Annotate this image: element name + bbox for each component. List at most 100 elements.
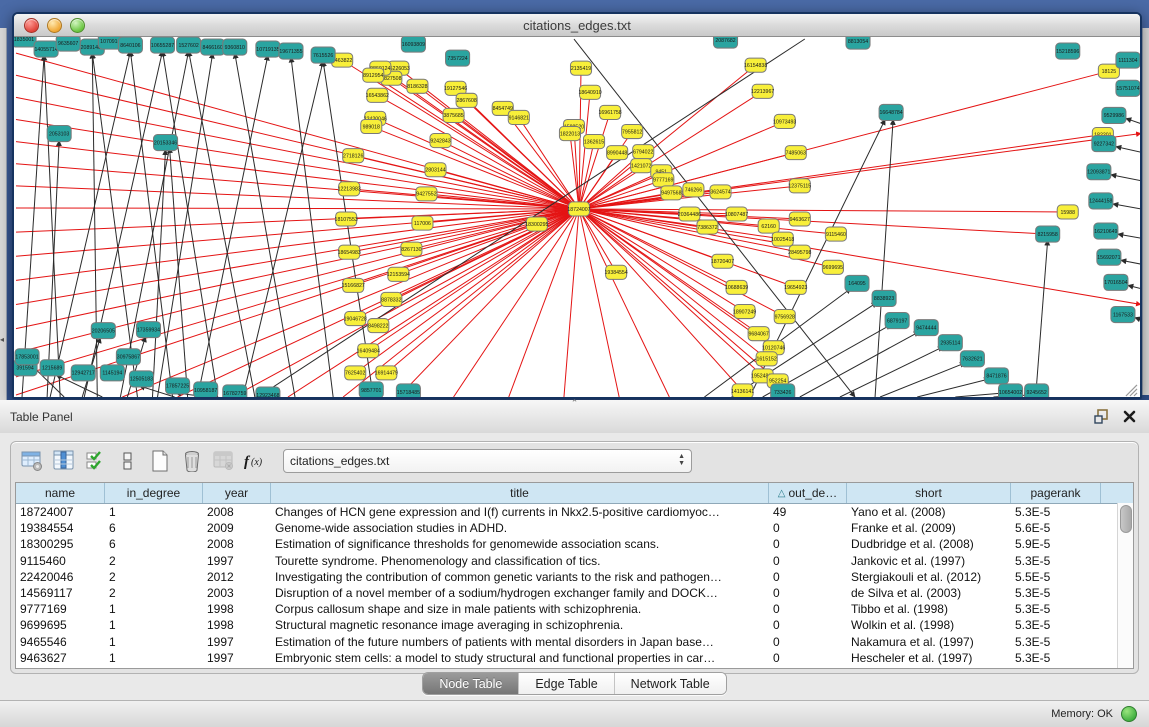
- float-panel-icon[interactable]: [1093, 409, 1109, 425]
- graph-node[interactable]: 9463627: [789, 212, 810, 226]
- graph-node[interactable]: 8267130: [401, 242, 422, 256]
- graph-node[interactable]: 746266: [683, 183, 704, 197]
- graph-node[interactable]: 6794022: [633, 145, 654, 159]
- resize-grip-icon[interactable]: [1126, 385, 1137, 396]
- table-scrollbar[interactable]: [1117, 503, 1133, 668]
- graph-node[interactable]: 18654983: [338, 245, 361, 259]
- graph-node[interactable]: 9497568: [661, 186, 682, 200]
- graph-node[interactable]: 12375115: [788, 179, 811, 193]
- graph-node[interactable]: 9427552: [416, 187, 437, 201]
- graph-node[interactable]: 16409484: [357, 344, 380, 358]
- graph-node[interactable]: 2087682: [713, 37, 737, 48]
- graph-node[interactable]: 17359934: [136, 322, 160, 338]
- tab-network-table[interactable]: Network Table: [615, 673, 726, 694]
- graph-node[interactable]: 8466160: [201, 39, 225, 55]
- graph-node[interactable]: 9146821: [508, 110, 529, 124]
- scrollbar-thumb[interactable]: [1120, 505, 1132, 533]
- tab-edge-table[interactable]: Edge Table: [519, 673, 614, 694]
- graph-node[interactable]: 12505183: [129, 371, 153, 387]
- graph-node[interactable]: 6879197: [885, 313, 909, 329]
- graph-node[interactable]: 10655287: [150, 37, 174, 53]
- graph-node[interactable]: 7955812: [622, 124, 643, 138]
- graph-node[interactable]: 8990448: [607, 146, 628, 160]
- graph-node[interactable]: 117006: [412, 216, 433, 230]
- graph-node[interactable]: 18720407: [711, 254, 734, 268]
- graph-node[interactable]: 17853001: [15, 349, 39, 365]
- close-panel-icon[interactable]: [1121, 409, 1137, 425]
- graph-node[interactable]: 733426: [771, 384, 795, 397]
- graph-node[interactable]: 7615526: [311, 47, 335, 63]
- graph-node[interactable]: 20364486: [678, 207, 701, 221]
- graph-node[interactable]: 19671355: [279, 43, 303, 59]
- graph-node[interactable]: 1167533: [1111, 306, 1135, 322]
- graph-node[interactable]: 16543862: [366, 88, 389, 102]
- graph-node[interactable]: 14055714: [34, 41, 58, 57]
- graph-node[interactable]: 9242843: [430, 134, 451, 148]
- graph-node[interactable]: 9474444: [914, 320, 938, 336]
- graph-node[interactable]: 10025418: [771, 232, 794, 246]
- minimize-button[interactable]: [47, 18, 62, 33]
- graph-node[interactable]: 8471876: [984, 368, 1008, 384]
- graph-node[interactable]: 16154838: [744, 58, 767, 72]
- graph-node[interactable]: 1215689: [40, 360, 64, 376]
- graph-node[interactable]: 12942717: [71, 365, 95, 381]
- table-row[interactable]: 1872400712008Changes of HCN gene express…: [16, 504, 1133, 520]
- table-row[interactable]: 1938455462009Genome-wide association stu…: [16, 520, 1133, 536]
- column-header-outde[interactable]: △out_de…: [769, 483, 847, 503]
- column-header-indegree[interactable]: in_degree: [105, 483, 203, 503]
- graph-node[interactable]: 19654923: [784, 280, 807, 294]
- graph-node[interactable]: 20153346: [153, 135, 177, 151]
- table-row[interactable]: 946362711997Embryonic stem cells: a mode…: [16, 650, 1133, 666]
- table-row[interactable]: 977716911998Corpus callosum shape and si…: [16, 601, 1133, 617]
- column-header-short[interactable]: short: [847, 483, 1011, 503]
- zoom-button[interactable]: [70, 18, 85, 33]
- table-settings-icon[interactable]: [19, 448, 45, 474]
- table-row[interactable]: 911546021997Tourette syndrome. Phenomeno…: [16, 553, 1133, 569]
- graph-node[interactable]: 16914479: [375, 366, 398, 380]
- graph-node[interactable]: 30975867: [116, 349, 140, 365]
- graph-node[interactable]: 8215958: [1036, 226, 1060, 242]
- graph-node[interactable]: 9529986: [1102, 107, 1126, 123]
- graph-node[interactable]: 15166827: [342, 278, 365, 292]
- graph-node[interactable]: 17857225: [166, 378, 190, 394]
- graph-node[interactable]: 18300295: [525, 217, 548, 231]
- graph-node[interactable]: 8813054: [846, 37, 870, 49]
- column-header-year[interactable]: year: [203, 483, 271, 503]
- graph-node[interactable]: 3624574: [710, 185, 731, 199]
- graph-node[interactable]: 7485063: [785, 146, 806, 160]
- graph-node[interactable]: 15692071: [1097, 249, 1121, 265]
- graph-node[interactable]: 1615152: [756, 352, 777, 366]
- graph-node[interactable]: 18907249: [733, 304, 756, 318]
- graph-node[interactable]: 10688639: [725, 280, 748, 294]
- graph-node[interactable]: 1835001: [14, 37, 36, 47]
- column-header-name[interactable]: name: [16, 483, 105, 503]
- graph-node[interactable]: 12213983: [338, 182, 361, 196]
- graph-node[interactable]: 8186328: [407, 79, 428, 93]
- graph-node[interactable]: 7357224: [446, 50, 470, 66]
- graph-node[interactable]: 2935114: [938, 335, 962, 351]
- table-source-dropdown[interactable]: citations_edges.txt ▲▼: [283, 449, 692, 473]
- graph-node[interactable]: 28495798: [788, 245, 811, 259]
- graph-node[interactable]: 9756928: [774, 310, 795, 324]
- graph-node[interactable]: 9684067: [748, 327, 769, 341]
- graph-node[interactable]: 12213967: [751, 84, 774, 98]
- graph-node[interactable]: 16782759: [223, 385, 247, 397]
- graph-node[interactable]: 19384554: [605, 265, 628, 279]
- graph-node[interactable]: 15751074: [1116, 80, 1140, 96]
- table-row[interactable]: 2242004622012Investigating the contribut…: [16, 569, 1133, 585]
- graph-node[interactable]: 1822013: [559, 126, 580, 140]
- graph-node[interactable]: 18640910: [578, 85, 601, 99]
- graph-node[interactable]: 989018: [361, 119, 382, 133]
- graph-node[interactable]: 15718485: [396, 384, 420, 397]
- graph-node[interactable]: 12093871: [1087, 164, 1111, 180]
- graph-node[interactable]: 2718126: [343, 149, 364, 163]
- graph-node[interactable]: 9777169: [653, 173, 674, 187]
- graph-node[interactable]: 16093809: [401, 37, 425, 52]
- tab-node-table[interactable]: Node Table: [423, 673, 519, 694]
- graph-node[interactable]: 10654002: [998, 384, 1022, 397]
- graph-node[interactable]: 12444158: [1089, 193, 1113, 209]
- graph-node[interactable]: 9360810: [223, 39, 247, 55]
- table-row[interactable]: 969969511998Structural magnetic resonanc…: [16, 617, 1133, 633]
- graph-node[interactable]: 8912954: [363, 68, 384, 82]
- graph-node[interactable]: 8640106: [118, 37, 142, 53]
